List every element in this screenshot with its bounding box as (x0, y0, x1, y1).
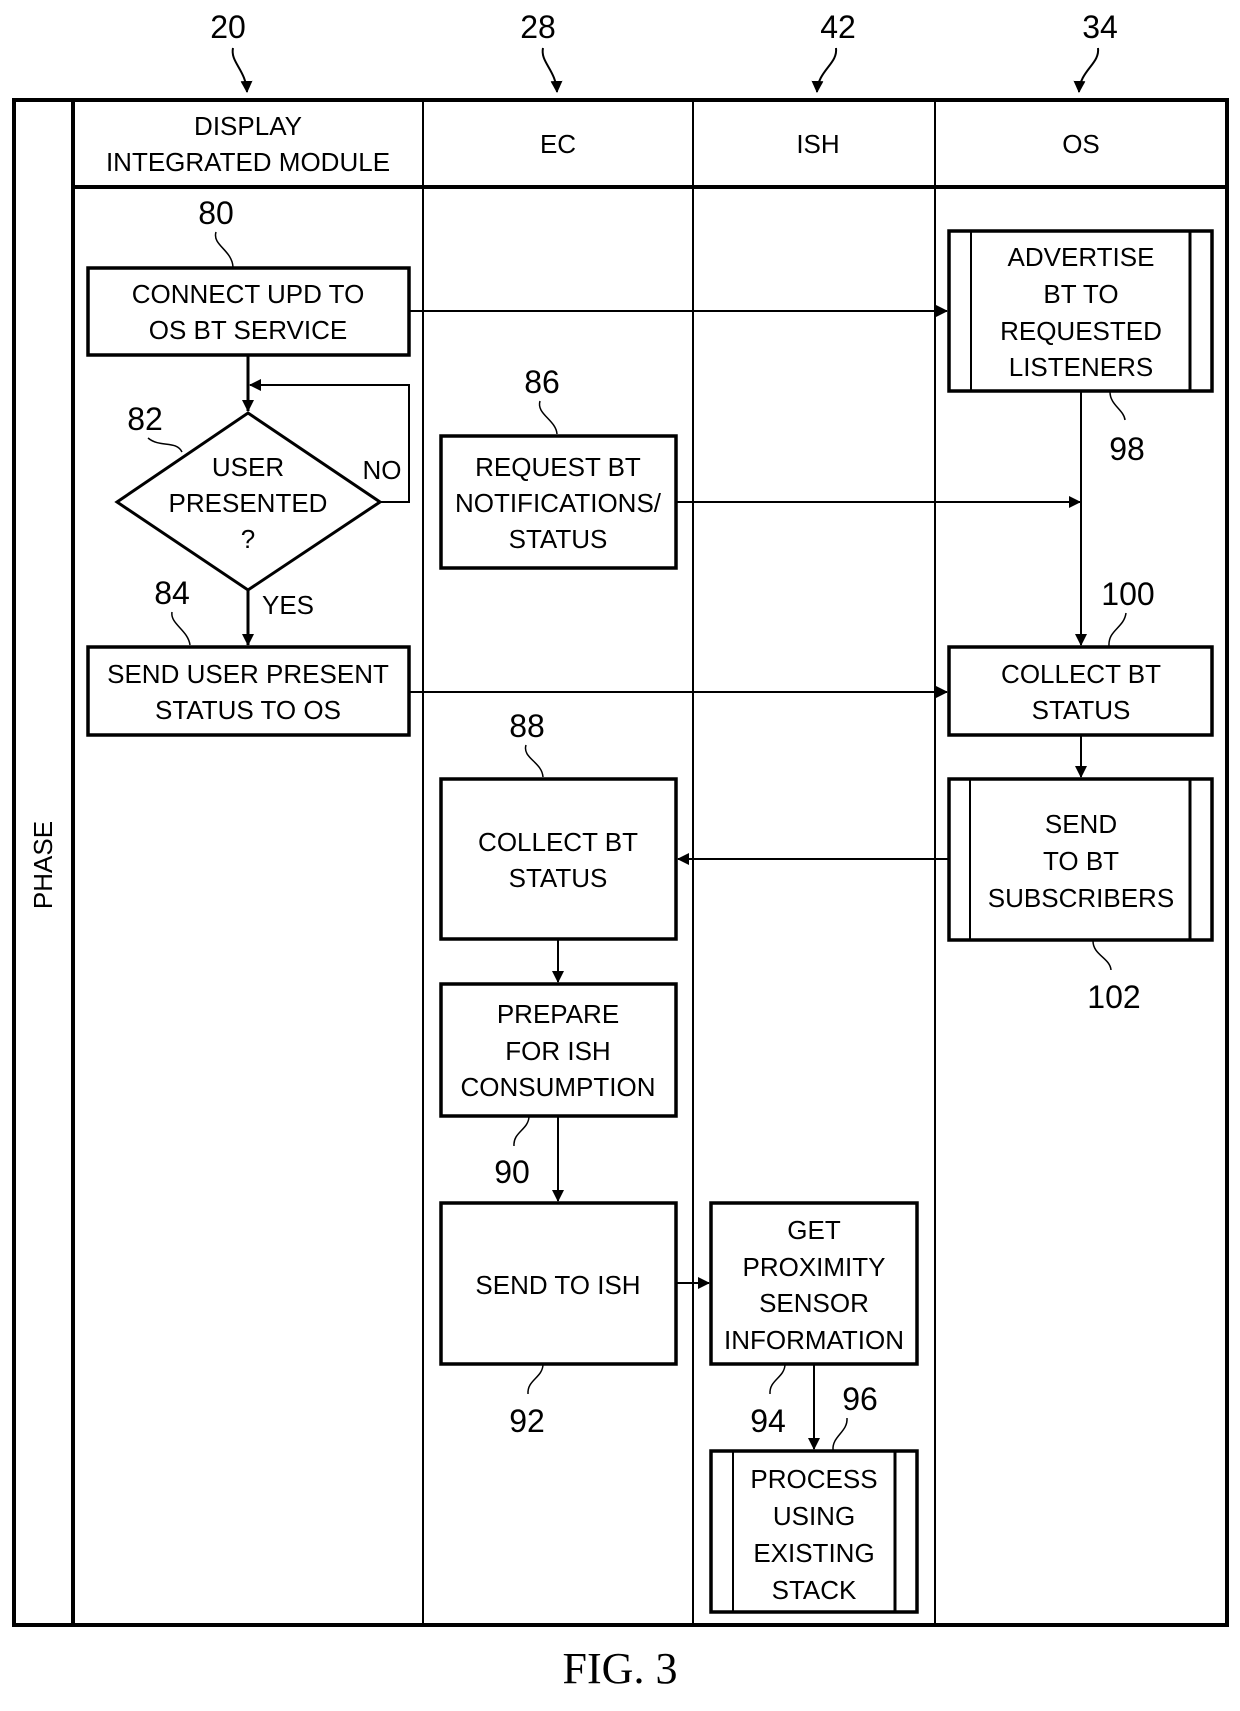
lane-ref-20: 20 (210, 9, 253, 93)
process-box-80: 80 CONNECT UPD TO OS BT SERVICE (86, 195, 411, 357)
leader-arrow (811, 47, 838, 93)
box-text: EXISTING (753, 1538, 874, 1568)
predefined-process-102: SEND TO BT SUBSCRIBERS 102 (947, 777, 1214, 1015)
ref-number: 80 (198, 195, 234, 231)
lane-title-display-line1: DISPLAY (194, 111, 302, 141)
process-box-88: 88 COLLECT BT STATUS (439, 708, 678, 941)
box-text: TO BT (1043, 846, 1119, 876)
box-text: BT TO (1043, 279, 1118, 309)
ref-number: 84 (154, 575, 190, 611)
box-text: USING (773, 1501, 855, 1531)
figure-label: FIG. 3 (563, 1644, 678, 1693)
box-text: COLLECT BT (1001, 659, 1161, 689)
box (439, 777, 678, 941)
ref-number: 42 (820, 9, 856, 45)
box-text: LISTENERS (1009, 352, 1154, 382)
box-text: STATUS (509, 524, 608, 554)
ref-number: 28 (520, 9, 556, 45)
leader-line (832, 1417, 848, 1451)
box-text: INFORMATION (724, 1325, 904, 1355)
ref-number: 34 (1082, 9, 1118, 45)
ref-number: 82 (127, 401, 163, 437)
no-label: NO (363, 455, 402, 485)
box-text: SEND (1045, 809, 1117, 839)
box-text: GET (787, 1215, 841, 1245)
box-text: SUBSCRIBERS (988, 883, 1174, 913)
leader-line (513, 1116, 530, 1147)
lane-title-ec: EC (540, 129, 576, 159)
leader-line (1092, 940, 1112, 971)
box-text: STACK (772, 1575, 857, 1605)
leader-line (214, 231, 234, 268)
lane-title-os: OS (1062, 129, 1100, 159)
ref-number: 94 (750, 1403, 786, 1439)
box-text: STATUS TO OS (155, 695, 341, 725)
box-text: CONNECT UPD TO (132, 279, 365, 309)
diamond-text: ? (241, 524, 255, 554)
leader-line (147, 437, 183, 453)
lane-ref-28: 28 (520, 9, 563, 93)
leader-line (171, 611, 191, 646)
leader-arrow (1073, 47, 1100, 93)
process-box-92: SEND TO ISH 92 (439, 1201, 678, 1439)
ref-number: 100 (1101, 576, 1154, 612)
box-text: SEND TO ISH (475, 1270, 640, 1300)
box-text: STATUS (1032, 695, 1131, 725)
lane-title-ish: ISH (796, 129, 839, 159)
leader-line (527, 1364, 544, 1395)
ref-number: 90 (494, 1154, 530, 1190)
ref-number: 96 (842, 1381, 878, 1417)
box-text: REQUESTED (1000, 316, 1162, 346)
swimlane-flowchart: PHASE 20 28 42 34 DISPLAY INTEGRATED MOD… (12, 9, 1229, 1693)
yes-label: YES (262, 590, 314, 620)
ref-number: 88 (509, 708, 545, 744)
box-text: NOTIFICATIONS/ (455, 488, 662, 518)
ref-number: 20 (210, 9, 246, 45)
leader-line (769, 1364, 786, 1395)
box-text: FOR ISH (505, 1036, 610, 1066)
phase-label: PHASE (28, 821, 58, 909)
leader-arrow (231, 47, 253, 93)
box-text: CONSUMPTION (461, 1072, 656, 1102)
leader-line (524, 744, 544, 778)
box-text: STATUS (509, 863, 608, 893)
diamond-text: USER (212, 452, 284, 482)
lane-ref-42: 42 (811, 9, 856, 93)
ref-number: 92 (509, 1403, 545, 1439)
box-text: PROCESS (750, 1464, 877, 1494)
ref-number: 98 (1109, 431, 1145, 467)
ref-number: 86 (524, 364, 560, 400)
leader-line (1109, 391, 1126, 421)
leader-line (1108, 612, 1127, 647)
box-text: OS BT SERVICE (149, 315, 347, 345)
box-text: ADVERTISE (1008, 242, 1155, 272)
leader-arrow (541, 47, 563, 93)
ref-number: 102 (1087, 979, 1140, 1015)
box-text: SENSOR (759, 1288, 869, 1318)
lane-title-display-line2: INTEGRATED MODULE (106, 147, 390, 177)
box-text: PREPARE (497, 999, 619, 1029)
box-text: COLLECT BT (478, 827, 638, 857)
diamond-text: PRESENTED (169, 488, 328, 518)
lane-ref-34: 34 (1073, 9, 1118, 93)
box-text: PROXIMITY (742, 1252, 885, 1282)
process-box-86: 86 REQUEST BT NOTIFICATIONS/ STATUS (439, 364, 678, 570)
leader-line (538, 400, 558, 435)
box-text: REQUEST BT (475, 452, 641, 482)
box-text: SEND USER PRESENT (107, 659, 389, 689)
